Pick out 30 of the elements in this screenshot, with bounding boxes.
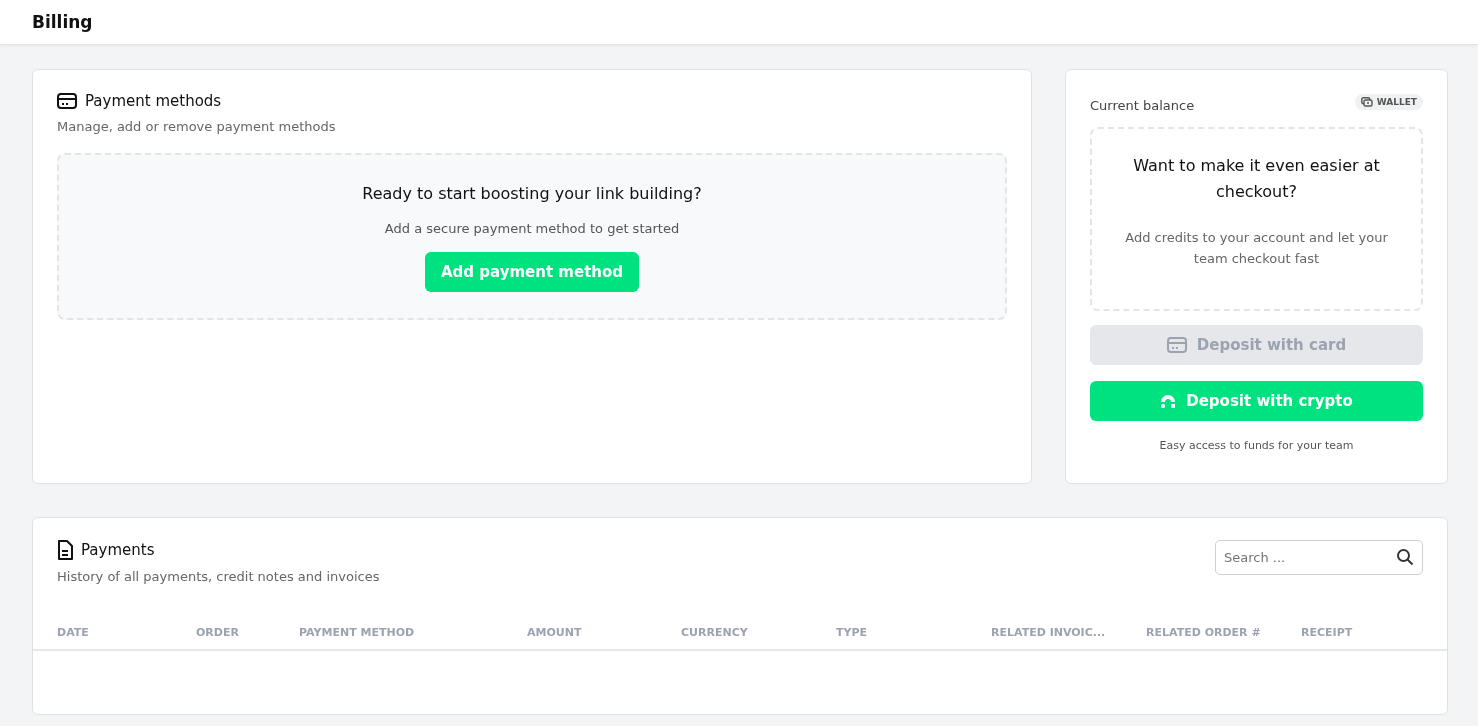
empty-state-title: Ready to start boosting your link building? bbox=[362, 183, 702, 205]
wallet-icon bbox=[1360, 96, 1373, 107]
promo-title: Want to make it even easier at checkout? bbox=[1132, 155, 1381, 203]
empty-state-text: Add a secure payment method to get started bbox=[384, 221, 680, 236]
document-icon bbox=[57, 540, 73, 560]
search-field[interactable]: Search ... bbox=[1215, 540, 1423, 575]
search-icon bbox=[1396, 548, 1414, 566]
column-header: RELATED ORDER # bbox=[1146, 626, 1262, 639]
balance-label: Current balance bbox=[1090, 98, 1195, 113]
add-payment-method-button[interactable]: Add payment method bbox=[424, 252, 640, 292]
arch-icon bbox=[1160, 393, 1177, 409]
section-title: Payment methods bbox=[85, 92, 222, 110]
section-subtitle: History of all payments, credit notes and invoices bbox=[57, 569, 380, 584]
card-icon bbox=[57, 93, 77, 109]
column-header: ORDER bbox=[196, 626, 240, 639]
column-header: TYPE bbox=[836, 626, 869, 639]
section-subtitle: Manage, add or remove payment methods bbox=[57, 119, 337, 134]
section-title: Payments bbox=[81, 541, 155, 559]
badge-text: WALLET bbox=[1376, 96, 1417, 107]
card-icon bbox=[1166, 337, 1187, 353]
column-header: RELATED INVOIC... bbox=[991, 626, 1107, 639]
column-header: PAYMENT METHOD bbox=[299, 626, 416, 639]
footnote-text: Easy access to funds for your team bbox=[1158, 439, 1355, 452]
deposit-button[interactable]: Deposit with crypto bbox=[1090, 381, 1423, 421]
column-header: DATE bbox=[57, 626, 90, 639]
column-header: CURRENCY bbox=[681, 626, 749, 639]
page-title: Billing bbox=[32, 12, 93, 32]
column-header: AMOUNT bbox=[527, 626, 583, 639]
column-header: RECEIPT bbox=[1301, 626, 1354, 639]
promo-text: Add credits to your account and let your team checkout fast bbox=[1124, 229, 1389, 268]
